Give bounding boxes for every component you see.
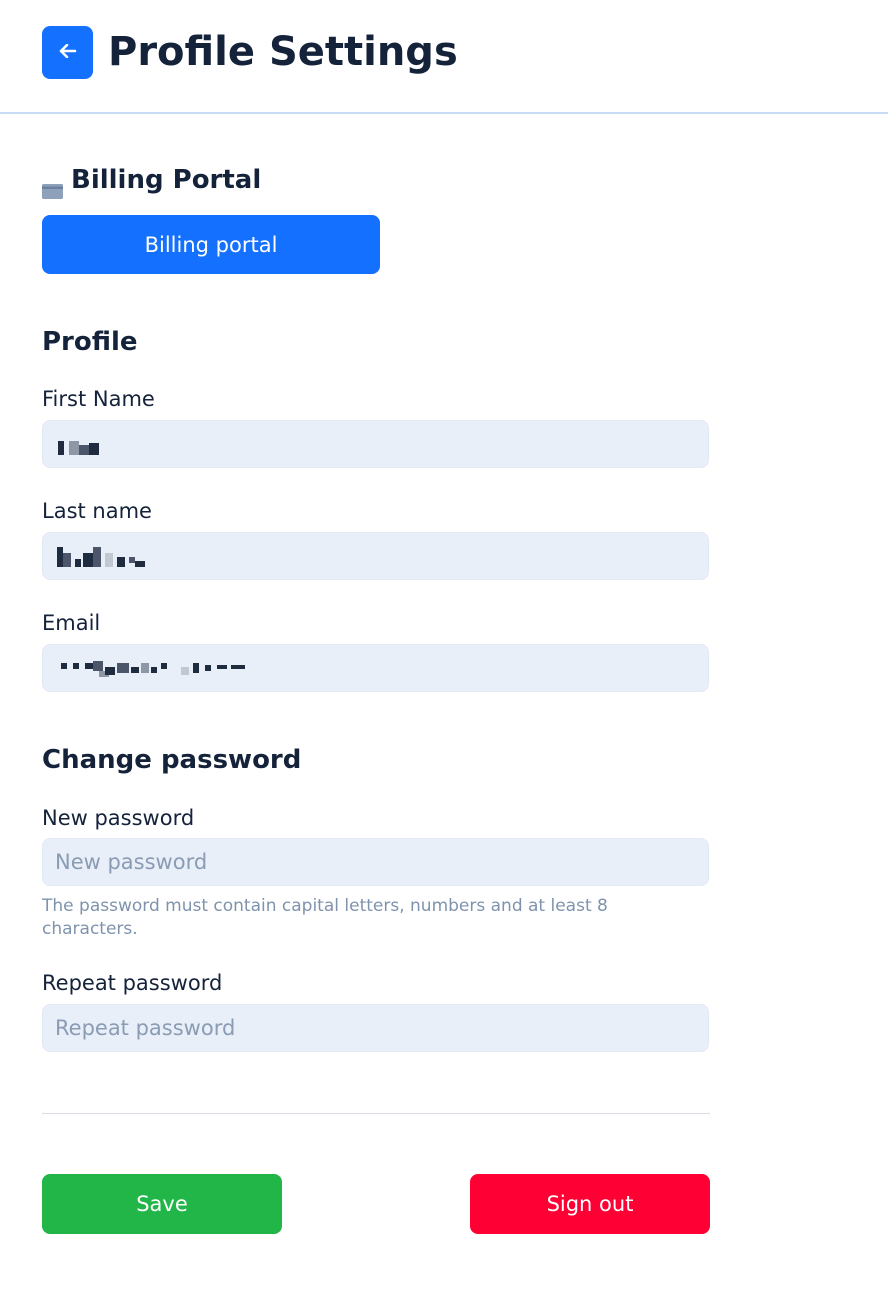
first-name-label: First Name	[42, 387, 155, 411]
last-name-field[interactable]	[42, 532, 709, 580]
divider	[42, 1113, 710, 1114]
email-label: Email	[42, 611, 101, 635]
profile-heading: Profile	[42, 327, 138, 357]
arrow-left-icon	[59, 43, 77, 62]
page-header: Profile Settings	[0, 0, 888, 114]
password-hint: The password must contain capital letter…	[42, 896, 608, 939]
sign-out-button[interactable]: Sign out	[470, 1174, 710, 1234]
billing-heading-text: Billing Portal	[71, 165, 262, 195]
billing-portal-heading: Billing Portal	[42, 162, 262, 199]
billing-portal-button[interactable]: Billing portal	[42, 215, 380, 274]
repeat-password-input[interactable]	[42, 1004, 709, 1052]
first-name-field[interactable]	[42, 420, 709, 468]
credit-card-icon	[42, 173, 63, 199]
change-password-heading: Change password	[42, 745, 302, 775]
last-name-label: Last name	[42, 499, 152, 523]
save-button[interactable]: Save	[42, 1174, 282, 1234]
page-title: Profile Settings	[108, 29, 458, 75]
repeat-password-label: Repeat password	[42, 971, 223, 995]
email-field[interactable]	[42, 644, 709, 692]
back-button[interactable]	[42, 26, 93, 79]
new-password-label: New password	[42, 806, 195, 830]
new-password-input[interactable]	[42, 838, 709, 886]
